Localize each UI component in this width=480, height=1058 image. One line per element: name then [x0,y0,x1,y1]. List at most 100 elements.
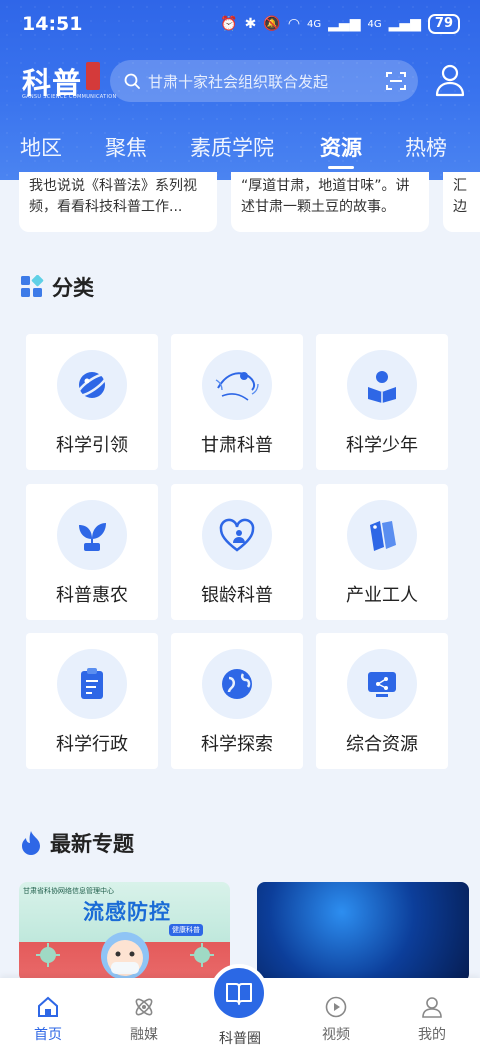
article-snippet: 我也说说《科普法》系列视频，看看科技科普工作... [29,178,197,215]
wifi-icon: ◠ [287,16,301,32]
planet-icon [76,372,108,398]
logo-seal-icon [86,62,100,90]
search-icon [124,73,140,89]
topic-card[interactable]: 甘肃省科协网络信息管理中心 流感防控 健康科普 [19,882,230,982]
user-profile-icon[interactable] [434,63,466,97]
app-header: 14:51 ⏰ ✱ 🔕 ◠ 4G ▂▄▆ 4G ▂▄▆ 79 科普 GANSU … [0,0,480,180]
article-snippet: “厚道甘肃，地道甘味”。讲述甘肃一颗土豆的故事。 [241,178,410,215]
topic-badge: 健康科普 [169,924,203,936]
masked-mascot-icon [101,932,149,980]
category-label: 银龄科普 [201,585,273,606]
nav-media[interactable]: 融媒 [114,996,174,1044]
category-science-youth[interactable]: 科学少年 [316,334,448,470]
flying-apsara-icon [215,372,259,401]
section-title: 最新专题 [50,832,134,856]
category-icon-bg [347,649,417,719]
category-industrial-workers[interactable]: 产业工人 [316,484,448,620]
article-card[interactable]: “厚道甘肃，地道甘味”。讲述甘肃一颗土豆的故事。 [231,172,429,232]
nav-label: 融媒 [130,1027,158,1043]
category-comprehensive-resources[interactable]: 综合资源 [316,633,448,769]
logo-subtitle: GANSU SCIENCE COMMUNICATION [22,94,117,100]
category-icon-bg [57,350,127,420]
article-card[interactable]: 汇边 [443,172,480,232]
atom-icon [135,998,153,1016]
article-card-row: 我也说说《科普法》系列视频，看看科技科普工作... “厚道甘肃，地道甘味”。讲述… [0,172,480,236]
category-label: 产业工人 [346,585,418,606]
tab-quality-academy[interactable]: 素质学院 [190,132,274,162]
category-science-administration[interactable]: 科学行政 [26,633,158,769]
category-label: 科学行政 [56,734,128,755]
section-header-categories: 分类 [20,272,94,302]
signal-icon-2: ▂▄▆ [388,16,421,32]
topic-header-text: 甘肃省科协网络信息管理中心 [23,887,114,895]
category-science-agriculture[interactable]: 科普惠农 [26,484,158,620]
nav-home[interactable]: 首页 [18,996,78,1044]
virus-icon [36,943,60,967]
section-header-latest-topics: 最新专题 [20,828,134,858]
home-icon [38,996,58,1017]
category-icon-bg [57,649,127,719]
nav-science-circle-button[interactable] [210,964,268,1022]
signal-label-2: 4G [367,18,382,30]
category-icon-bg [347,500,417,570]
article-snippet: 汇边 [453,178,467,215]
category-icon-bg [202,500,272,570]
category-senior-science[interactable]: 银龄科普 [171,484,303,620]
tab-hot-list[interactable]: 热榜 [405,132,447,162]
scan-icon[interactable] [384,69,408,93]
signal-icon-1: ▂▄▆ [328,16,361,32]
tab-resources[interactable]: 资源 [320,132,362,169]
search-placeholder: 甘肃十家社会组织联合发起 [148,72,329,91]
category-icon-bg [202,649,272,719]
tags-icon [370,521,396,551]
sprout-icon [79,523,106,551]
reading-child-icon [368,371,396,403]
tab-region[interactable]: 地区 [20,132,62,162]
category-grid-icon [21,275,44,297]
battery-indicator: 79 [427,14,460,34]
nav-video[interactable]: 视频 [306,996,366,1044]
alarm-icon: ⏰ [220,16,238,32]
book-icon [226,983,252,1005]
topic-card[interactable] [257,882,469,982]
mute-icon: 🔕 [263,16,281,32]
category-label: 科学少年 [346,435,418,456]
search-bar[interactable]: 甘肃十家社会组织联合发起 [110,60,418,102]
person-icon [422,997,442,1018]
app-logo: 科普 GANSU SCIENCE COMMUNICATION [22,60,116,106]
flame-icon [22,831,40,855]
nav-label: 我的 [418,1027,446,1043]
globe-icon [222,669,252,699]
signal-label-1: 4G [307,18,322,30]
heart-person-icon [219,518,255,552]
status-time: 14:51 [22,13,83,35]
category-icon-bg [57,500,127,570]
tab-focus[interactable]: 聚焦 [105,132,147,162]
monitor-share-icon [368,672,396,697]
category-science-leadership[interactable]: 科学引领 [26,334,158,470]
category-science-exploration[interactable]: 科学探索 [171,633,303,769]
bottom-navigation: 首页 融媒 科普圈 视频 我的 [0,964,480,1058]
status-icons: ⏰ ✱ 🔕 ◠ 4G ▂▄▆ 4G ▂▄▆ 79 [220,14,460,34]
section-title: 分类 [52,276,94,300]
bluetooth-icon: ✱ [244,16,257,32]
nav-label: 视频 [322,1027,350,1043]
nav-me[interactable]: 我的 [402,996,462,1044]
category-icon-bg [202,350,272,420]
category-label: 科普惠农 [56,585,128,606]
category-label: 科学探索 [201,734,273,755]
clipboard-icon [81,668,103,699]
play-icon [325,996,347,1018]
topic-title: 流感防控 [83,900,171,924]
category-label: 甘肃科普 [201,435,273,456]
status-bar: 14:51 ⏰ ✱ 🔕 ◠ 4G ▂▄▆ 4G ▂▄▆ 79 [0,0,480,50]
category-label: 科学引领 [56,435,128,456]
channel-tabs: 地区 聚焦 素质学院 资源 热榜 [0,132,480,176]
nav-science-circle-label[interactable]: 科普圈 [200,1028,280,1048]
virus-icon [190,943,214,967]
nav-label: 首页 [34,1027,62,1043]
category-gansu-science[interactable]: 甘肃科普 [171,334,303,470]
category-label: 综合资源 [346,734,418,755]
article-card[interactable]: 我也说说《科普法》系列视频，看看科技科普工作... [19,172,217,232]
category-icon-bg [347,350,417,420]
